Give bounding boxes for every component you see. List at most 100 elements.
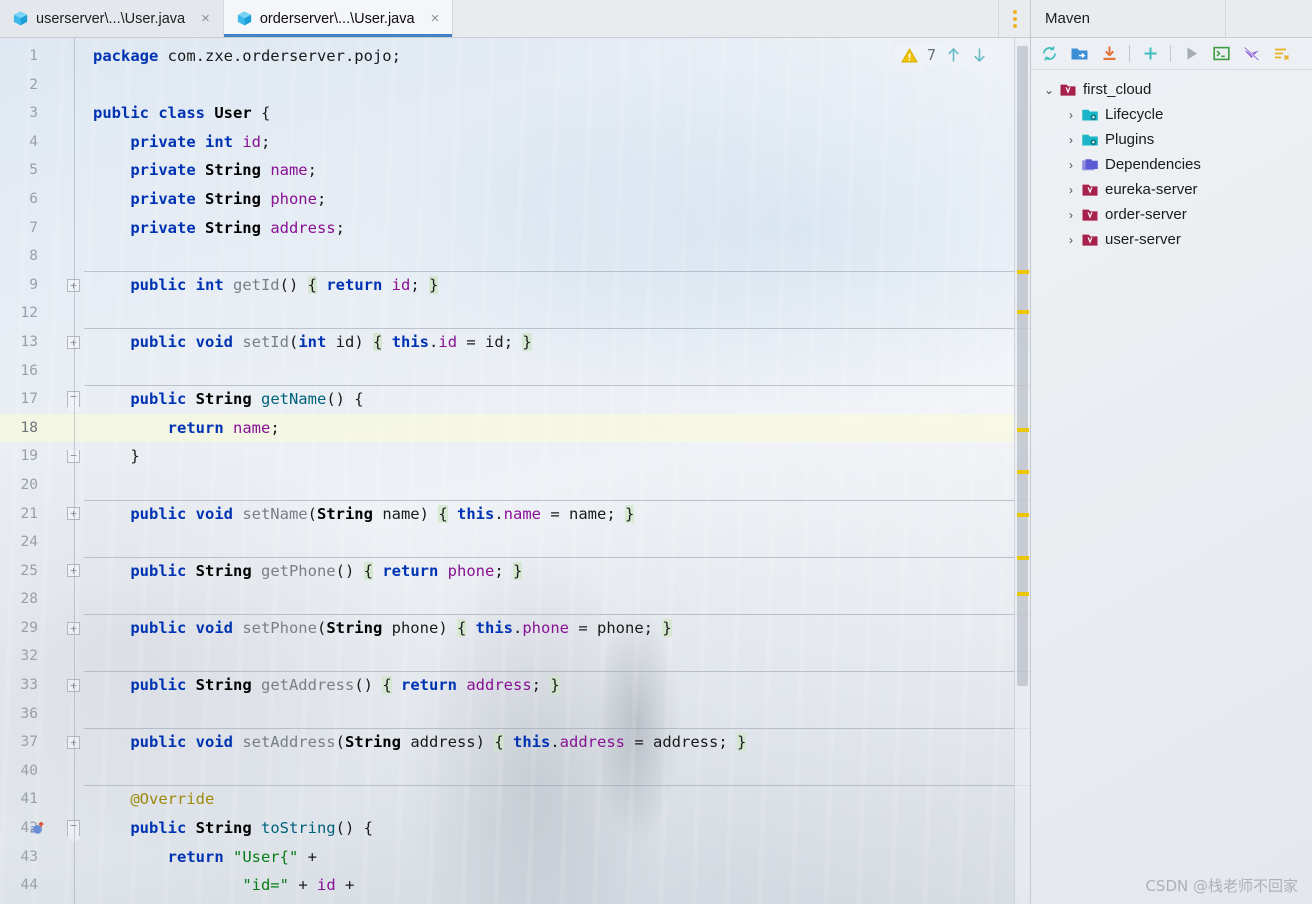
code-line-19[interactable]: } bbox=[84, 442, 1030, 471]
code-line-41[interactable]: @Override bbox=[84, 785, 1030, 814]
code-line-24[interactable] bbox=[84, 528, 1030, 557]
code-line-36[interactable] bbox=[84, 700, 1030, 729]
reload-all-maven-projects-icon[interactable] bbox=[1035, 41, 1063, 67]
gutter-line-2[interactable]: 2 bbox=[0, 71, 84, 100]
gutter-line-5[interactable]: 5 bbox=[0, 156, 84, 185]
code-line-8[interactable] bbox=[84, 242, 1030, 271]
warning-stripe-marker-6[interactable] bbox=[1017, 556, 1029, 560]
arrow-down-icon[interactable] bbox=[971, 46, 988, 64]
code-line-7[interactable]: private String address; bbox=[84, 214, 1030, 243]
warning-stripe-marker-1[interactable] bbox=[1017, 270, 1029, 274]
close-icon[interactable]: × bbox=[198, 9, 213, 28]
code-text[interactable]: package com.zxe.orderserver.pojo; public … bbox=[84, 38, 1030, 904]
code-line-42[interactable]: public String toString() { bbox=[84, 814, 1030, 843]
code-line-20[interactable] bbox=[84, 471, 1030, 500]
add-maven-project-icon[interactable] bbox=[1065, 41, 1093, 67]
gutter-line-19[interactable]: 19− bbox=[0, 442, 84, 471]
gutter-line-12[interactable]: 12 bbox=[0, 299, 84, 328]
tree-item-eureka-server[interactable]: › eureka-server bbox=[1031, 177, 1312, 202]
code-line-21[interactable]: public void setName(String name) { this.… bbox=[84, 499, 1030, 529]
warning-stripe-marker-3[interactable] bbox=[1017, 428, 1029, 432]
toggle-offline-mode-icon[interactable] bbox=[1237, 41, 1265, 67]
code-line-37[interactable]: public void setAddress(String address) {… bbox=[84, 728, 1030, 757]
gutter-line-3[interactable]: 3 bbox=[0, 99, 84, 128]
code-line-3[interactable]: public class User { bbox=[84, 99, 1030, 128]
chevron-right-icon[interactable]: › bbox=[1061, 183, 1081, 197]
code-line-17[interactable]: public String getName() { bbox=[84, 385, 1030, 414]
gutter-line-29[interactable]: 29+ bbox=[0, 614, 84, 643]
gutter-line-4[interactable]: 4 bbox=[0, 128, 84, 157]
gutter-line-9[interactable]: 9+ bbox=[0, 271, 84, 300]
gutter-line-36[interactable]: 36 bbox=[0, 700, 84, 729]
arrow-up-icon[interactable] bbox=[945, 46, 962, 64]
gutter-line-37[interactable]: 37+ bbox=[0, 728, 84, 757]
code-line-40[interactable] bbox=[84, 757, 1030, 786]
code-line-12[interactable] bbox=[84, 299, 1030, 328]
gutter-line-40[interactable]: 40 bbox=[0, 757, 84, 786]
tree-item-order-server[interactable]: › order-server bbox=[1031, 202, 1312, 227]
gutter-line-8[interactable]: 8 bbox=[0, 242, 84, 271]
editor-gutter[interactable]: 123456789+1213+1617−1819−2021+2425+2829+… bbox=[0, 38, 84, 904]
gutter-line-42[interactable]: 42− bbox=[0, 814, 84, 843]
warning-stripe-marker-2[interactable] bbox=[1017, 310, 1029, 314]
code-line-43[interactable]: return "User{" + bbox=[84, 843, 1030, 872]
warning-stripe-marker-5[interactable] bbox=[1017, 513, 1029, 517]
editor-tab-1[interactable]: userserver\...\User.java × bbox=[0, 0, 224, 37]
code-line-2[interactable] bbox=[84, 71, 1030, 100]
close-icon[interactable]: × bbox=[428, 9, 443, 28]
gutter-line-24[interactable]: 24 bbox=[0, 528, 84, 557]
warning-stripe-marker-4[interactable] bbox=[1017, 470, 1029, 474]
chevron-right-icon[interactable]: › bbox=[1061, 108, 1081, 122]
gutter-line-13[interactable]: 13+ bbox=[0, 328, 84, 357]
maven-project-tree[interactable]: ⌄ first_cloud › Lifecycle › Plugins › Dependenc… bbox=[1031, 70, 1312, 904]
open-terminal-icon[interactable] bbox=[1207, 41, 1235, 67]
tree-item-plugins[interactable]: › Plugins bbox=[1031, 127, 1312, 152]
code-line-6[interactable]: private String phone; bbox=[84, 185, 1030, 214]
editor-tab-2[interactable]: orderserver\...\User.java × bbox=[223, 0, 454, 37]
gutter-line-20[interactable]: 20 bbox=[0, 471, 84, 500]
run-maven-build-icon[interactable] bbox=[1177, 41, 1205, 67]
code-line-9[interactable]: public int getId() { return id; } bbox=[84, 270, 1030, 300]
tree-item-lifecycle[interactable]: › Lifecycle bbox=[1031, 102, 1312, 127]
warning-stripe-marker-7[interactable] bbox=[1017, 592, 1029, 596]
chevron-right-icon[interactable]: › bbox=[1061, 158, 1081, 172]
error-stripe-marker-bar[interactable] bbox=[1014, 38, 1030, 904]
code-line-13[interactable]: public void setId(int id) { this.id = id… bbox=[84, 327, 1030, 357]
editor-body[interactable]: 123456789+1213+1617−1819−2021+2425+2829+… bbox=[0, 38, 1030, 904]
code-line-33[interactable]: public String getAddress() { return addr… bbox=[84, 671, 1030, 700]
code-line-29[interactable]: public void setPhone(String phone) { thi… bbox=[84, 613, 1030, 643]
collapse-all-icon[interactable] bbox=[1267, 41, 1295, 67]
code-line-1[interactable]: package com.zxe.orderserver.pojo; bbox=[84, 42, 1030, 71]
gutter-line-33[interactable]: 33+ bbox=[0, 671, 84, 700]
tree-item-user-server[interactable]: › user-server bbox=[1031, 227, 1312, 252]
tree-item-first-cloud[interactable]: ⌄ first_cloud bbox=[1031, 77, 1312, 102]
code-line-5[interactable]: private String name; bbox=[84, 156, 1030, 185]
chevron-down-icon[interactable]: ⌄ bbox=[1039, 83, 1059, 97]
gutter-line-41[interactable]: 41 bbox=[0, 785, 84, 814]
chevron-right-icon[interactable]: › bbox=[1061, 133, 1081, 147]
code-line-25[interactable]: public String getPhone() { return phone;… bbox=[84, 556, 1030, 586]
inspection-widget[interactable]: 7 bbox=[894, 44, 994, 66]
gutter-line-25[interactable]: 25+ bbox=[0, 557, 84, 586]
code-line-44[interactable]: "id=" + id + bbox=[84, 871, 1030, 900]
download-sources-icon[interactable] bbox=[1095, 41, 1123, 67]
gutter-line-32[interactable]: 32 bbox=[0, 642, 84, 671]
add-icon[interactable] bbox=[1136, 41, 1164, 67]
chevron-right-icon[interactable]: › bbox=[1061, 208, 1081, 222]
gutter-line-43[interactable]: 43 bbox=[0, 843, 84, 872]
gutter-line-7[interactable]: 7 bbox=[0, 214, 84, 243]
code-line-4[interactable]: private int id; bbox=[84, 128, 1030, 157]
chevron-right-icon[interactable]: › bbox=[1061, 233, 1081, 247]
gutter-line-17[interactable]: 17− bbox=[0, 385, 84, 414]
code-line-28[interactable] bbox=[84, 585, 1030, 614]
more-options-icon[interactable] bbox=[998, 0, 1030, 37]
code-line-18[interactable]: return name; bbox=[84, 413, 1030, 443]
code-line-16[interactable] bbox=[84, 357, 1030, 386]
gutter-line-1[interactable]: 1 bbox=[0, 42, 84, 71]
gutter-line-18[interactable]: 18 bbox=[0, 413, 84, 443]
gutter-line-21[interactable]: 21+ bbox=[0, 500, 84, 529]
warning-triangle-icon[interactable] bbox=[901, 47, 918, 64]
gutter-line-44[interactable]: 44 bbox=[0, 871, 84, 900]
code-line-32[interactable] bbox=[84, 642, 1030, 671]
gutter-line-16[interactable]: 16 bbox=[0, 357, 84, 386]
